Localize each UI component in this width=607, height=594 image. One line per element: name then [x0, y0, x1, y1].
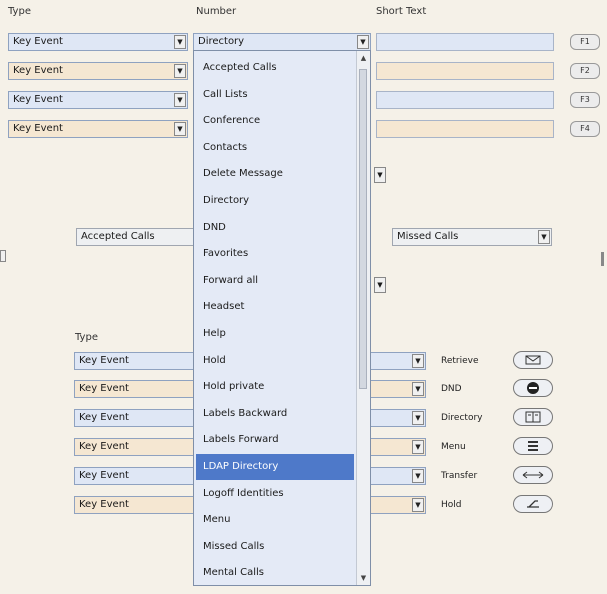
type-select-label: Key Event	[13, 36, 63, 47]
type-select-2[interactable]: Key Event ▼	[8, 62, 188, 80]
short-text-field-2[interactable]	[376, 62, 554, 80]
f2-key-button[interactable]: F2	[570, 63, 600, 79]
short-text-field-4[interactable]	[376, 120, 554, 138]
scroll-down-arrow-icon[interactable]: ▼	[357, 571, 370, 585]
menu-label: Menu	[441, 442, 466, 452]
number-column-header: Number	[196, 6, 237, 17]
dropdown-option[interactable]: Labels Forward	[196, 427, 354, 453]
chevron-down-icon[interactable]: ▼	[357, 35, 369, 49]
type-select-label: Key Event	[13, 123, 63, 134]
type-select-4[interactable]: Key Event ▼	[8, 120, 188, 138]
bottom-type-label: Key Event	[79, 499, 129, 510]
left-function-label: Accepted Calls	[81, 231, 155, 242]
retrieve-label: Retrieve	[441, 356, 479, 366]
dropdown-scrollbar[interactable]: ▲ ▼	[356, 51, 370, 585]
f3-key-button[interactable]: F3	[570, 92, 600, 108]
handset-icon	[527, 500, 539, 508]
hold-button[interactable]	[513, 495, 553, 513]
f1-key-button[interactable]: F1	[570, 34, 600, 50]
short-text-field-3[interactable]	[376, 91, 554, 109]
left-edge-arrow[interactable]	[0, 250, 6, 262]
chevron-down-icon[interactable]: ▼	[412, 354, 424, 368]
dropdown-option[interactable]: Headset	[196, 294, 354, 320]
transfer-label: Transfer	[441, 471, 478, 481]
hidden-select-arrow-1[interactable]: ▼	[374, 167, 386, 183]
right-edge-marker	[601, 252, 604, 266]
type-select-1[interactable]: Key Event ▼	[8, 33, 188, 51]
number-dropdown-list[interactable]: Accepted Calls Call Lists Conference Contac…	[193, 50, 371, 586]
type-select-label: Key Event	[13, 94, 63, 105]
menu-button[interactable]	[513, 437, 553, 455]
number-select-1[interactable]: Directory ▼	[193, 33, 371, 51]
bottom-type-label: Key Event	[79, 470, 129, 481]
scrollbar-thumb[interactable]	[359, 69, 367, 389]
dropdown-option[interactable]: Accepted Calls	[196, 55, 354, 81]
type-column-header: Type	[8, 6, 31, 17]
dropdown-option[interactable]: Delete Message	[196, 161, 354, 187]
envelope-icon	[525, 355, 541, 365]
dropdown-option[interactable]: Menu	[196, 507, 354, 533]
dropdown-option[interactable]: Forward all	[196, 268, 354, 294]
menu-icon	[528, 441, 538, 451]
dropdown-option[interactable]: Conference	[196, 108, 354, 134]
no-entry-icon	[527, 382, 539, 394]
number-select-label: Directory	[198, 36, 245, 47]
dropdown-option[interactable]: Mental Calls	[196, 560, 354, 586]
dropdown-option[interactable]: Help	[196, 321, 354, 347]
dropdown-option[interactable]: Directory	[196, 188, 354, 214]
chevron-down-icon[interactable]: ▼	[174, 93, 186, 107]
left-function-select[interactable]: Accepted Calls	[76, 228, 196, 246]
dropdown-option[interactable]: Missed Calls	[196, 534, 354, 560]
right-function-select[interactable]: Missed Calls ▼	[392, 228, 552, 246]
chevron-down-icon[interactable]: ▼	[412, 411, 424, 425]
bottom-type-header: Type	[75, 332, 98, 343]
directory-label: Directory	[441, 413, 483, 423]
dropdown-option[interactable]: LDAP Directory	[196, 454, 354, 480]
dropdown-option[interactable]: Labels Backward	[196, 401, 354, 427]
dnd-label: DND	[441, 384, 462, 394]
dropdown-option[interactable]: Favorites	[196, 241, 354, 267]
chevron-down-icon[interactable]: ▼	[174, 64, 186, 78]
right-function-label: Missed Calls	[397, 231, 459, 242]
bottom-type-label: Key Event	[79, 412, 129, 423]
hold-label: Hold	[441, 500, 462, 510]
type-select-label: Key Event	[13, 65, 63, 76]
dropdown-option[interactable]: Hold	[196, 348, 354, 374]
hidden-select-arrow-2[interactable]: ▼	[374, 277, 386, 293]
dropdown-option[interactable]: Logoff Identities	[196, 481, 354, 507]
bottom-type-label: Key Event	[79, 383, 129, 394]
short-text-column-header: Short Text	[376, 6, 427, 17]
bottom-type-label: Key Event	[79, 441, 129, 452]
scroll-up-arrow-icon[interactable]: ▲	[357, 51, 370, 65]
chevron-down-icon[interactable]: ▼	[174, 122, 186, 136]
chevron-down-icon[interactable]: ▼	[412, 498, 424, 512]
dropdown-option[interactable]: Hold private	[196, 374, 354, 400]
chevron-down-icon[interactable]: ▼	[412, 382, 424, 396]
type-select-3[interactable]: Key Event ▼	[8, 91, 188, 109]
transfer-button[interactable]	[513, 466, 553, 484]
f4-key-button[interactable]: F4	[570, 121, 600, 137]
chevron-down-icon[interactable]: ▼	[174, 35, 186, 49]
chevron-down-icon[interactable]: ▼	[412, 469, 424, 483]
chevron-down-icon[interactable]: ▼	[412, 440, 424, 454]
directory-button[interactable]	[513, 408, 553, 426]
dropdown-option[interactable]: DND	[196, 215, 354, 241]
double-arrow-icon	[522, 471, 544, 479]
book-icon	[525, 411, 541, 423]
short-text-field-1[interactable]	[376, 33, 554, 51]
retrieve-button[interactable]	[513, 351, 553, 369]
dnd-button[interactable]	[513, 379, 553, 397]
bottom-type-label: Key Event	[79, 355, 129, 366]
chevron-down-icon[interactable]: ▼	[538, 230, 550, 244]
dropdown-option[interactable]: Call Lists	[196, 82, 354, 108]
dropdown-option[interactable]: Contacts	[196, 135, 354, 161]
